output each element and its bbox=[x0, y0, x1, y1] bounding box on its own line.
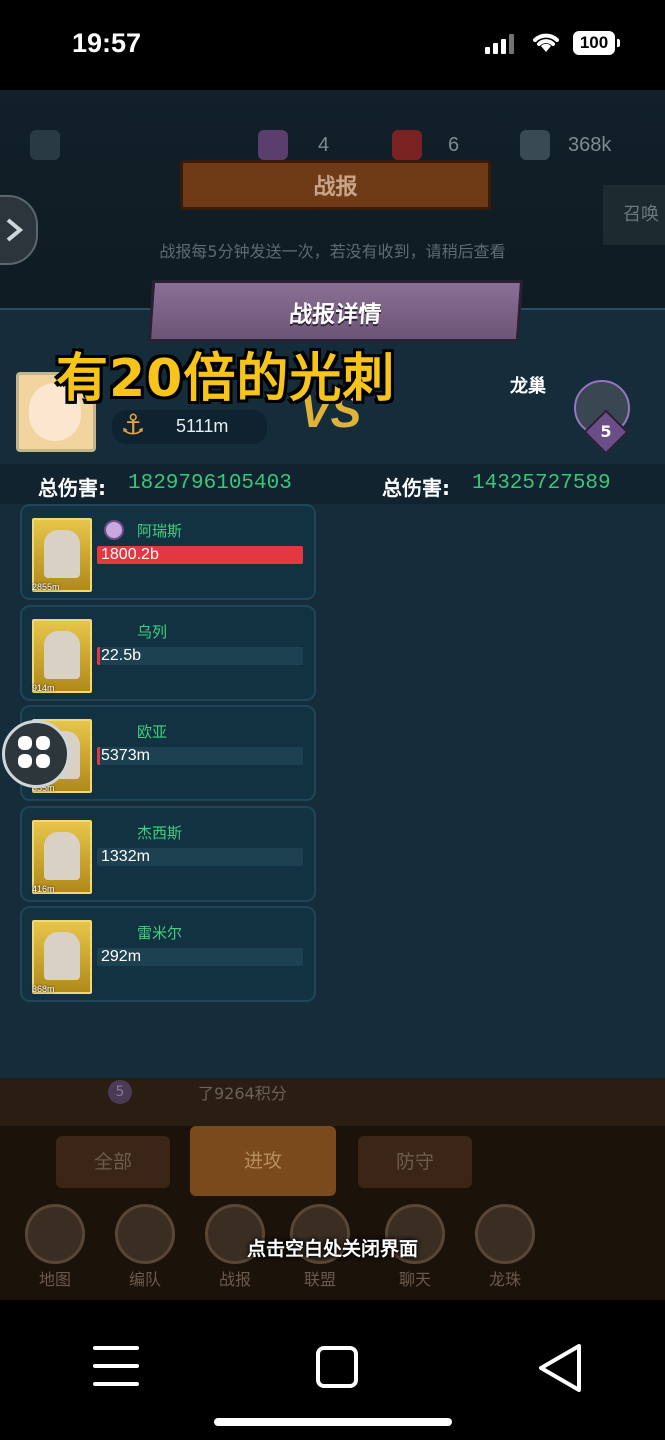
system-nav-bar bbox=[0, 1300, 665, 1440]
enemy-level: 5 bbox=[600, 422, 612, 441]
banner-title: 战报 bbox=[313, 175, 358, 200]
lower-game-ui: 5 了9264积分 全部 进攻 防守 地图 编队 战报 联盟 聊天 龙珠 点击空… bbox=[0, 1078, 665, 1300]
damage-bar: 1800.2b bbox=[97, 546, 303, 564]
game-screen: 4 6 368k 战报 战报每5分钟发送一次，若没有收到，请稍后查看 召唤 战报… bbox=[0, 90, 665, 1300]
score-text: 了9264积分 bbox=[198, 1084, 287, 1103]
hero-figure bbox=[44, 932, 80, 980]
hero-power: 914m bbox=[32, 682, 55, 693]
damage-bar: 292m bbox=[97, 948, 303, 966]
home-icon[interactable] bbox=[316, 1346, 358, 1388]
wifi-icon bbox=[533, 33, 559, 52]
nav-dragon-ball-label: 龙珠 bbox=[488, 1270, 521, 1289]
hero-figure bbox=[44, 530, 80, 578]
flag-icon bbox=[392, 130, 422, 160]
hero-name: 杰西斯 bbox=[137, 823, 183, 842]
left-damage-value: 1829796105403 bbox=[128, 472, 292, 495]
damage-bar: 1332m bbox=[97, 847, 303, 866]
hero-card[interactable]: 368m 雷米尔 292m bbox=[20, 906, 316, 1002]
nav-report-label: 战报 bbox=[218, 1270, 251, 1289]
report-tabs: 全部 进攻 防守 bbox=[0, 1126, 665, 1206]
tab-attack[interactable]: 进攻 bbox=[190, 1126, 336, 1196]
damage-value: 22.5b bbox=[101, 646, 142, 664]
floating-menu-button[interactable] bbox=[2, 720, 70, 788]
hero-name: 乌列 bbox=[137, 622, 168, 641]
power-icon bbox=[520, 130, 550, 160]
damage-value: 1800.2b bbox=[101, 546, 159, 563]
nav-map-label: 地图 bbox=[38, 1270, 71, 1289]
tab-defense[interactable]: 防守 bbox=[358, 1136, 472, 1188]
hero-card[interactable]: 2855m 阿瑞斯 1800.2b bbox=[20, 504, 316, 600]
damage-bar: 5373m bbox=[97, 747, 303, 765]
hero-card[interactable]: 914m 乌列 22.5b bbox=[20, 604, 316, 701]
hero-power: 368m bbox=[32, 984, 55, 994]
battery-icon: 100 bbox=[573, 31, 620, 55]
damage-bar: 22.5b bbox=[97, 646, 303, 665]
total-damage-row: 总伤害: 1829796105403 总伤害: 14325727589 bbox=[0, 464, 665, 504]
score-strip: 5 了9264积分 bbox=[0, 1078, 665, 1126]
hero-figure bbox=[44, 630, 80, 679]
damage-value: 292m bbox=[101, 948, 142, 965]
hero-portrait: 416m bbox=[32, 819, 92, 894]
close-hint[interactable]: 点击空白处关闭界面 bbox=[0, 1234, 665, 1261]
battle-detail-panel: 战报详情 ⚓ 5111m VS 龙巢 5 总伤害: 1829796105403 … bbox=[0, 280, 665, 1080]
damage-bar-fill bbox=[97, 747, 101, 765]
hero-name: 欧亚 bbox=[137, 723, 168, 741]
panel-title: 战报详情 bbox=[288, 302, 383, 328]
damage-bar-fill bbox=[97, 646, 101, 665]
nav-chat-label: 聊天 bbox=[398, 1270, 431, 1289]
recent-apps-icon[interactable] bbox=[93, 1346, 139, 1390]
hero-name: 阿瑞斯 bbox=[137, 522, 183, 540]
hero-portrait: 368m bbox=[32, 920, 92, 994]
hero-portrait: 2855m bbox=[32, 518, 92, 592]
cellular-signal-icon bbox=[485, 34, 517, 54]
enemy-name: 龙巢 bbox=[510, 376, 546, 397]
stat-value-1: 4 bbox=[318, 134, 330, 156]
panel-header: 战报详情 bbox=[147, 280, 524, 342]
battle-report-banner: 战报 bbox=[180, 160, 491, 210]
hero-portrait: 914m bbox=[32, 618, 92, 693]
hero-power: 416m bbox=[32, 883, 55, 894]
video-caption: 有20倍的光刺 bbox=[56, 349, 396, 409]
player-power-row: ⚓ 5111m bbox=[112, 408, 267, 444]
player-power-value: 5111m bbox=[176, 416, 229, 436]
chevron-right-icon bbox=[6, 218, 24, 242]
status-bar: 19:57 100 bbox=[0, 0, 665, 90]
right-damage-label: 总伤害: bbox=[382, 476, 450, 500]
level-badge: 5 bbox=[108, 1080, 132, 1104]
question-icon[interactable] bbox=[30, 130, 60, 160]
home-indicator[interactable] bbox=[214, 1418, 452, 1426]
stat-value-2: 6 bbox=[448, 134, 460, 156]
report-hint: 战报每5分钟发送一次，若没有收到，请稍后查看 bbox=[159, 242, 506, 261]
damage-value: 1332m bbox=[101, 847, 150, 865]
right-damage-value: 14325727589 bbox=[472, 472, 611, 495]
summon-tab[interactable]: 召唤 bbox=[603, 185, 665, 245]
status-time: 19:57 bbox=[72, 28, 142, 58]
hero-name: 雷米尔 bbox=[137, 924, 183, 942]
trophy-icon bbox=[258, 130, 288, 160]
nav-alliance-label: 联盟 bbox=[303, 1270, 336, 1289]
skill-icon bbox=[104, 520, 124, 540]
left-damage-label: 总伤害: bbox=[38, 476, 106, 500]
stat-value-3: 368k bbox=[568, 134, 612, 156]
anchor-icon: ⚓ bbox=[120, 408, 146, 441]
nav-formation-label: 编队 bbox=[128, 1270, 161, 1289]
damage-value: 5373m bbox=[101, 747, 150, 764]
hero-power: 2855m bbox=[32, 582, 60, 592]
back-icon[interactable] bbox=[535, 1340, 585, 1396]
hero-figure bbox=[44, 831, 80, 880]
hero-card[interactable]: 416m 杰西斯 1332m bbox=[20, 805, 316, 902]
tab-all[interactable]: 全部 bbox=[56, 1136, 170, 1188]
